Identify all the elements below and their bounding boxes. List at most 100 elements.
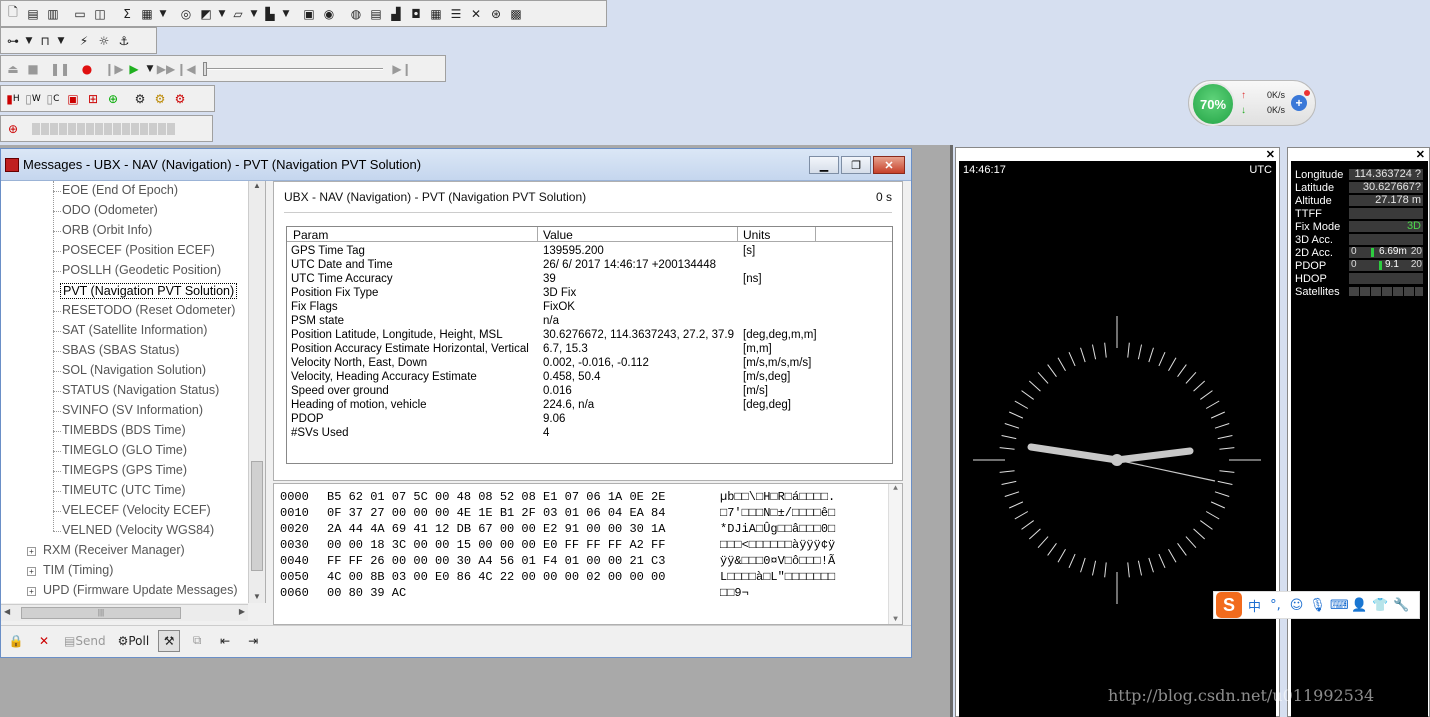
chinese-mode-toggle[interactable]: 中 xyxy=(1246,596,1263,615)
expand-icon[interactable]: + xyxy=(27,547,36,556)
graph-icon[interactable]: ▱ xyxy=(229,5,247,23)
maximize-button[interactable]: ❐ xyxy=(841,156,871,174)
table-row[interactable]: Fix Flags FixOK xyxy=(287,301,892,315)
expand-icon[interactable]: + xyxy=(27,567,36,576)
chevron-down-icon[interactable]: ▼ xyxy=(249,5,259,23)
hex-scrollbar[interactable]: ▲ ▼ xyxy=(888,484,902,624)
scroll-right-icon[interactable]: ▶ xyxy=(239,607,245,616)
skip-end-icon[interactable]: ▶❙ xyxy=(392,60,411,78)
save-icon[interactable]: ▤ xyxy=(24,5,42,23)
stats-icon[interactable]: Σ xyxy=(118,5,136,23)
tree-item[interactable]: TIMEBDS (BDS Time) xyxy=(62,423,186,437)
wand-icon[interactable]: ⚡ xyxy=(75,32,93,50)
deviation-icon[interactable]: ◉ xyxy=(320,5,338,23)
scroll-thumb[interactable]: ||| xyxy=(21,607,181,619)
close-button[interactable]: ✕ xyxy=(873,156,905,174)
record-icon[interactable]: ● xyxy=(78,60,96,78)
plus-icon[interactable]: + xyxy=(1291,95,1307,111)
camera-icon[interactable]: ◘ xyxy=(407,5,425,23)
table-view-icon[interactable]: ▤ xyxy=(367,5,385,23)
column-separator[interactable] xyxy=(737,227,738,242)
grid-icon[interactable]: ▦ xyxy=(427,5,445,23)
window-titlebar[interactable]: Messages - UBX - NAV (Navigation) - PVT … xyxy=(1,149,911,181)
scroll-down-icon[interactable]: ▼ xyxy=(249,592,265,601)
tree-vertical-scrollbar[interactable]: ▲ ▼ xyxy=(248,181,265,603)
pause-icon[interactable]: ❚❚ xyxy=(50,60,70,78)
tree-horizontal-scrollbar[interactable]: ◀ ||| ▶ xyxy=(1,604,248,621)
console-icon[interactable]: ▩ xyxy=(507,5,525,23)
c-bar-icon[interactable]: ▯ C xyxy=(44,90,62,108)
column-separator[interactable] xyxy=(815,227,816,242)
gear-warning-icon[interactable]: ⚙ xyxy=(151,90,169,108)
ch-icon[interactable]: ▣ xyxy=(300,5,318,23)
pane-splitter[interactable] xyxy=(950,145,953,717)
emoji-icon[interactable]: ☺ xyxy=(1288,598,1305,613)
table-row[interactable]: UTC Date and Time 26/ 6/ 2017 14:46:17 +2… xyxy=(287,259,892,273)
table-row[interactable]: GPS Time Tag 139595.200 [s] xyxy=(287,245,892,259)
column-separator[interactable] xyxy=(537,227,538,242)
bars-icon[interactable]: ▟ xyxy=(387,5,405,23)
new-doc-icon[interactable]: 🗋 xyxy=(4,5,22,23)
table-row[interactable]: Position Latitude, Longitude, Height, MS… xyxy=(287,329,892,343)
table-row[interactable]: #SVs Used 4 xyxy=(287,427,892,441)
tree-item[interactable]: TIMEUTC (UTC Time) xyxy=(62,483,186,497)
tree-group[interactable]: RXM (Receiver Manager) xyxy=(43,543,185,557)
tree-item[interactable]: EOE (End Of Epoch) xyxy=(62,183,178,197)
tree-item[interactable]: SAT (Satellite Information) xyxy=(62,323,207,337)
memory-percent[interactable]: 70% xyxy=(1191,82,1235,126)
playback-slider[interactable] xyxy=(203,60,383,78)
slider-thumb[interactable] xyxy=(203,61,207,76)
antenna-icon[interactable]: ⚓ xyxy=(115,32,133,50)
import-icon[interactable]: ⇤ xyxy=(214,630,236,652)
tree-item[interactable]: RESETODO (Reset Odometer) xyxy=(62,303,235,317)
compass-icon[interactable]: ⊛ xyxy=(487,5,505,23)
chip-add-icon[interactable]: ⊕ xyxy=(104,90,122,108)
scroll-up-icon[interactable]: ▲ xyxy=(889,484,902,493)
close-icon[interactable]: ✕ xyxy=(1416,148,1425,161)
scroll-down-icon[interactable]: ▼ xyxy=(889,615,902,624)
w-bar-icon[interactable]: ▯ W xyxy=(24,90,42,108)
tree-item[interactable]: POSECEF (Position ECEF) xyxy=(62,243,215,257)
scroll-thumb[interactable] xyxy=(251,461,263,571)
lock-icon[interactable]: 🔒 xyxy=(5,630,27,652)
table-row[interactable]: Velocity, Heading Accuracy Estimate 0.458… xyxy=(287,371,892,385)
cross-icon[interactable]: ✕ xyxy=(467,5,485,23)
rewind-icon[interactable]: ❙◀ xyxy=(176,60,195,78)
table-icon[interactable]: ▦ xyxy=(138,5,156,23)
header-units[interactable]: Units xyxy=(743,228,770,242)
wrench-icon[interactable]: 🔧 xyxy=(1393,598,1410,613)
scroll-left-icon[interactable]: ◀ xyxy=(4,607,10,616)
user-icon[interactable]: 👤 xyxy=(1351,598,1368,613)
header-value[interactable]: Value xyxy=(543,228,573,242)
chevron-down-icon[interactable]: ▼ xyxy=(217,5,227,23)
gear-error-icon[interactable]: ⚙ xyxy=(171,90,189,108)
table-row[interactable]: Position Fix Type 3D Fix xyxy=(287,287,892,301)
window-icon[interactable]: ▭ xyxy=(71,5,89,23)
punctuation-icon[interactable]: °, xyxy=(1267,598,1284,613)
tree-item[interactable]: POSLLH (Geodetic Position) xyxy=(62,263,221,277)
tree-item[interactable]: TIMEGLO (GLO Time) xyxy=(62,443,187,457)
chevron-down-icon[interactable]: ▼ xyxy=(56,32,66,50)
chevron-down-icon[interactable]: ▼ xyxy=(24,32,34,50)
histogram-icon[interactable]: ▙ xyxy=(261,5,279,23)
tree-group[interactable]: TIM (Timing) xyxy=(43,563,113,577)
delete-icon[interactable]: ✕ xyxy=(33,630,55,652)
tree-item[interactable]: STATUS (Navigation Status) xyxy=(62,383,219,397)
chevron-down-icon[interactable]: ▼ xyxy=(281,5,291,23)
tree-item[interactable]: SOL (Navigation Solution) xyxy=(62,363,206,377)
play-icon[interactable]: ▶ xyxy=(125,60,143,78)
table-row[interactable]: UTC Time Accuracy 39 [ns] xyxy=(287,273,892,287)
send-button[interactable]: ▤ Send xyxy=(61,630,109,652)
keyboard-icon[interactable]: ⌨ xyxy=(1330,598,1349,613)
stop-icon[interactable]: ■ xyxy=(24,60,42,78)
copy-icon[interactable]: ⧉ xyxy=(186,630,208,652)
fast-forward-icon[interactable]: ▶▶ xyxy=(157,60,175,78)
step-icon[interactable]: ❙▶ xyxy=(104,60,123,78)
sky-icon[interactable]: ◍ xyxy=(347,5,365,23)
network-speed-widget[interactable]: 70% ↑ ↓ 0K/s 0K/s + xyxy=(1188,80,1316,126)
connect-icon[interactable]: ⊶ xyxy=(4,32,22,50)
tree-item[interactable]: TIMEGPS (GPS Time) xyxy=(62,463,187,477)
skin-icon[interactable]: 👕 xyxy=(1372,598,1389,613)
tree-group[interactable]: UPD (Firmware Update Messages) xyxy=(43,583,238,597)
save-as-icon[interactable]: ▥ xyxy=(44,5,62,23)
